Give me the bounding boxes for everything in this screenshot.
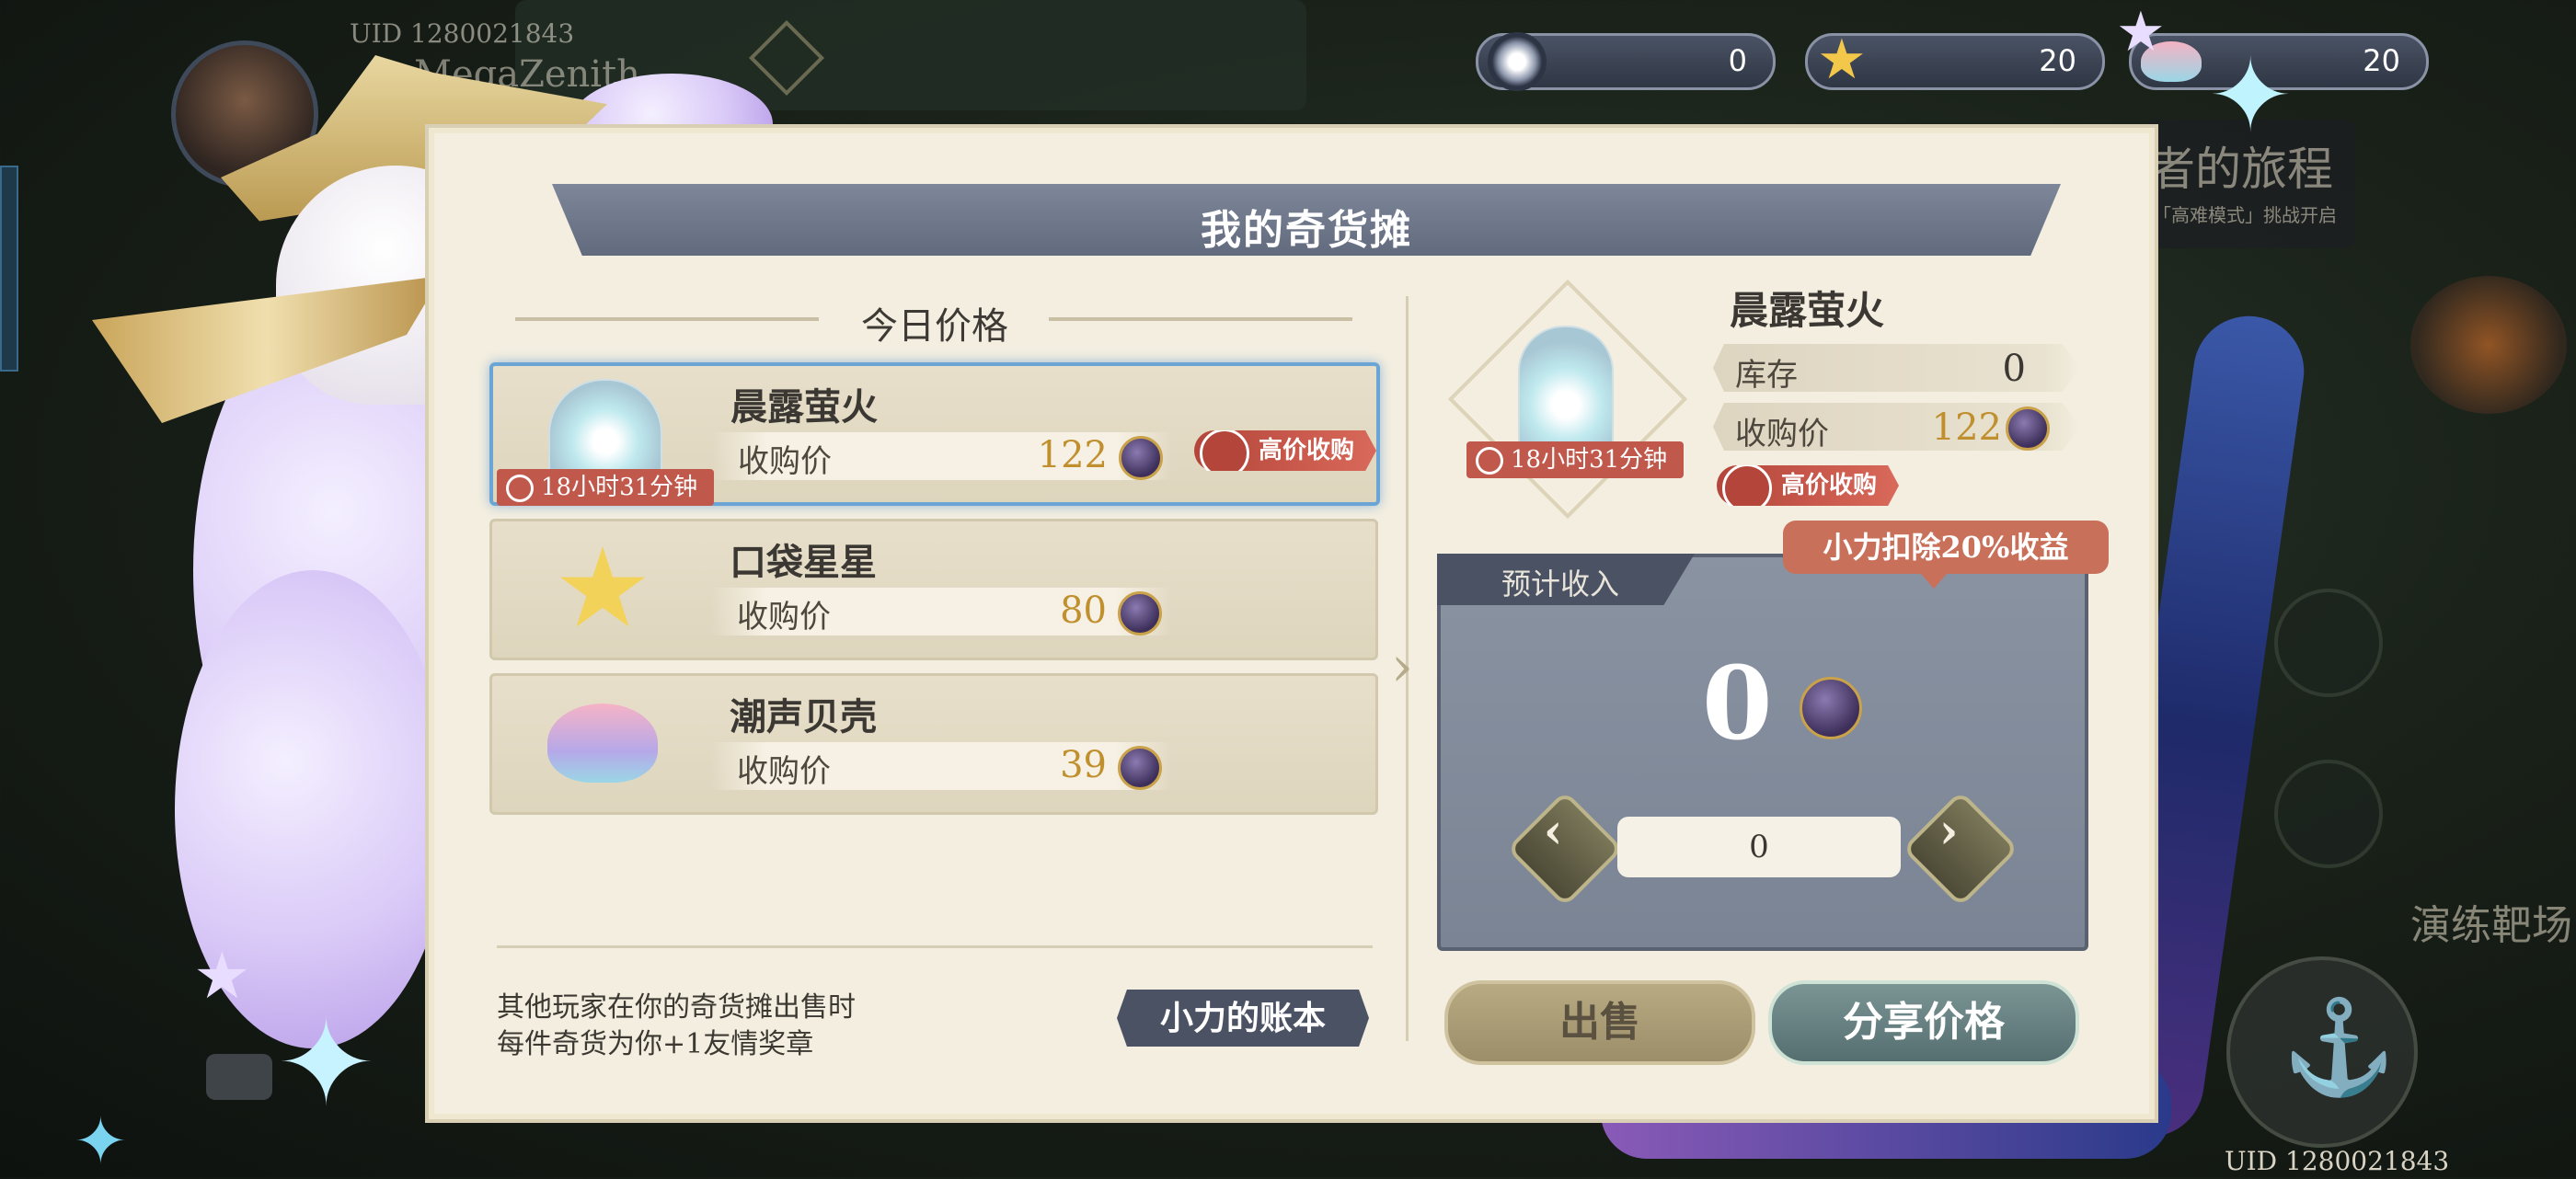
deduct-tooltip: 小力扣除20%收益 <box>1783 521 2109 589</box>
sparkle-icon: ✦ <box>74 1104 128 1179</box>
coin-icon <box>1800 677 1862 739</box>
high-price-label: 高价收购 <box>1259 437 1355 464</box>
chat-icon[interactable] <box>206 1054 272 1100</box>
price-pill: 收购价 39 <box>711 742 1171 790</box>
chevron-right-icon: › <box>1938 803 1959 860</box>
item-name: 潮声贝壳 <box>730 695 877 738</box>
income-tab-label: 预计收入 <box>1501 567 1620 601</box>
price-label: 收购价 <box>737 599 831 635</box>
coin-icon <box>1119 436 1163 480</box>
coin-icon <box>1118 591 1162 635</box>
price-pill: 收购价 80 <box>711 588 1171 635</box>
tide-shell-icon <box>547 704 658 783</box>
footer-note-line1: 其他玩家在你的奇货摊出售时 <box>497 991 856 1024</box>
price-pill: 收购价 122 <box>712 432 1172 480</box>
price-label: 收购价 <box>738 443 832 480</box>
detail-item-name: 晨露萤火 <box>1730 288 1885 333</box>
coin-stack-icon <box>1200 430 1249 471</box>
left-edge-tab[interactable] <box>0 166 18 372</box>
bg-campfire <box>2410 276 2567 414</box>
star-icon: ★ <box>2116 0 2166 64</box>
detail-high-price-label: 高价收购 <box>1781 472 1878 499</box>
currency-star-value: 20 <box>2039 43 2076 78</box>
item-name: 口袋星星 <box>730 541 877 584</box>
currency-star[interactable]: ★ 20 <box>1805 28 2105 92</box>
section-title-today-price: 今日价格 <box>861 305 1008 348</box>
ornament-line-left <box>515 317 819 321</box>
price-value: 122 <box>1037 434 1108 476</box>
income-tab: 预计收入 <box>1437 554 1695 605</box>
stock-row: 库存 0 <box>1713 344 2081 392</box>
bg-location-label: 演练靶场 <box>2410 902 2572 949</box>
currency-orb-value: 0 <box>1728 43 1747 78</box>
divider <box>497 945 1373 948</box>
currency-shell-value: 20 <box>2363 43 2400 78</box>
item-card-shell[interactable]: 潮声贝壳 收购价 39 <box>489 673 1378 815</box>
pocket-star-icon: ★ <box>553 525 652 653</box>
timer-text: 18小时31分钟 <box>541 474 698 501</box>
star-icon: ★ <box>193 938 251 1013</box>
quantity-field[interactable]: 0 <box>1617 817 1901 877</box>
detail-timer-text: 18小时31分钟 <box>1511 446 1668 474</box>
panel-title-bar: 我的奇货摊 <box>552 184 2061 256</box>
sell-button[interactable]: 出售 <box>1444 980 1755 1065</box>
price-label: 收购价 <box>737 753 831 790</box>
coin-icon <box>1118 746 1162 790</box>
detail-price-label: 收购价 <box>1735 416 1829 452</box>
stock-label: 库存 <box>1735 357 1798 394</box>
chevron-right-icon: › <box>1391 635 1413 699</box>
stock-value: 0 <box>2002 348 2026 390</box>
uid-top: UID 1280021843 <box>350 18 575 49</box>
item-card-star[interactable]: ★ 口袋星星 收购价 80 <box>489 519 1378 660</box>
bg-round-icon-1[interactable] <box>2274 589 2383 697</box>
income-value: 0 <box>1702 644 1773 762</box>
coin-stack-icon <box>1722 465 1772 506</box>
timer-badge: 18小时31分钟 <box>497 469 715 506</box>
sparkle-icon: ✦ <box>276 993 376 1133</box>
orb-icon <box>1488 32 1547 91</box>
clock-icon <box>1476 447 1503 475</box>
bg-round-icon-2[interactable] <box>2274 760 2383 868</box>
item-card-firefly[interactable]: 晨露萤火 收购价 122 18小时31分钟 高价收购 <box>489 362 1380 506</box>
high-price-badge: 高价收购 <box>1194 430 1376 471</box>
chevron-left-icon: ‹ <box>1543 803 1563 860</box>
coin-icon <box>2006 406 2050 451</box>
price-value: 39 <box>1060 744 1107 786</box>
price-row: 收购价 122 <box>1713 403 2081 451</box>
dew-firefly-icon <box>1518 326 1614 458</box>
panel-title: 我的奇货摊 <box>1201 207 1412 254</box>
clock-icon <box>506 475 534 502</box>
bg-banner-subtext: 「高难模式」挑战开启 <box>2153 204 2337 226</box>
anchor-icon: ⚓ <box>2282 993 2397 1101</box>
sparkle-icon: ✦ <box>2208 37 2294 155</box>
ledger-button[interactable]: 小力的账本 <box>1117 990 1369 1047</box>
detail-high-price-badge: 高价收购 <box>1717 465 1900 506</box>
currency-orb[interactable]: 0 <box>1476 32 1776 91</box>
detail-price-value: 122 <box>1931 406 2002 449</box>
ornament-line-right <box>1049 317 1352 321</box>
share-price-button[interactable]: 分享价格 <box>1768 980 2079 1065</box>
pocket-star-icon: ★ <box>1817 28 1867 92</box>
detail-timer-badge: 18小时31分钟 <box>1466 441 1685 478</box>
item-name: 晨露萤火 <box>730 385 878 429</box>
footer-note-line2: 每件奇货为你+1友情奖章 <box>497 1028 814 1060</box>
uid-bottom: UID 1280021843 <box>2225 1146 2450 1176</box>
price-value: 80 <box>1060 590 1107 632</box>
